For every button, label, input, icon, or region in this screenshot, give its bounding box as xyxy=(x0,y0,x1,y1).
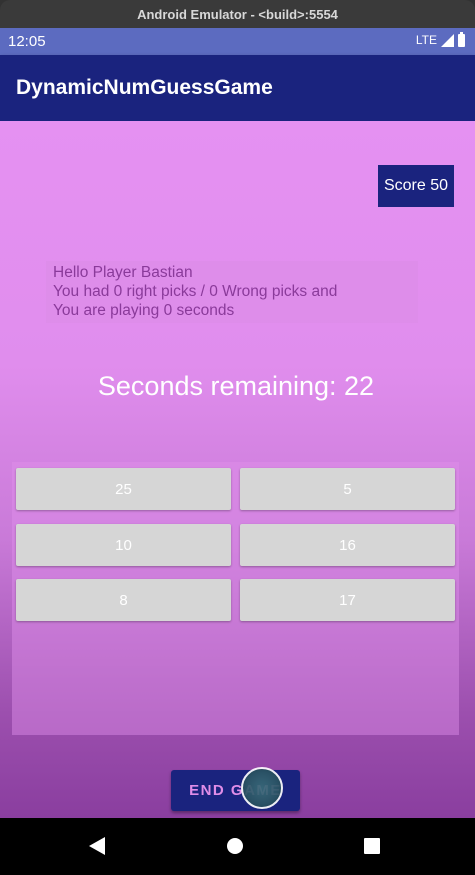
emulator-title-bar: Android Emulator - <build>:5554 xyxy=(0,0,475,28)
play-time-summary: You are playing 0 seconds xyxy=(53,302,235,319)
touch-indicator xyxy=(241,767,283,809)
number-button-2[interactable]: 5 xyxy=(240,468,455,510)
app-bar: DynamicNumGuessGame xyxy=(0,55,475,121)
phone-screen: 12:05 LTE DynamicNumGuessGame Score 50 H… xyxy=(0,28,475,875)
number-button-1[interactable]: 25 xyxy=(16,468,231,510)
number-grid: 25 5 10 16 8 17 xyxy=(12,462,459,735)
player-info-panel: Hello Player Bastian You had 0 right pic… xyxy=(46,261,418,323)
number-button-6[interactable]: 17 xyxy=(240,579,455,621)
score-label: Score 50 xyxy=(383,177,449,194)
number-button-5[interactable]: 8 xyxy=(16,579,231,621)
back-icon[interactable] xyxy=(89,837,105,855)
number-button-3[interactable]: 10 xyxy=(16,524,231,566)
recent-apps-icon[interactable] xyxy=(364,838,380,854)
status-icons: LTE xyxy=(415,31,465,47)
picks-summary: You had 0 right picks / 0 Wrong picks an… xyxy=(53,283,338,300)
score-display: Score 50 xyxy=(378,165,454,207)
number-button-4[interactable]: 16 xyxy=(240,524,455,566)
network-type: LTE xyxy=(415,33,437,47)
game-content: Score 50 Hello Player Bastian You had 0 … xyxy=(0,121,475,818)
app-title: DynamicNumGuessGame xyxy=(16,76,273,99)
status-bar: 12:05 LTE xyxy=(0,28,475,55)
navigation-bar xyxy=(0,818,475,875)
status-time: 12:05 xyxy=(8,33,46,50)
seconds-remaining: Seconds remaining: 22 xyxy=(97,371,375,401)
home-icon[interactable] xyxy=(227,838,243,854)
signal-icon xyxy=(441,33,454,47)
emulator-window: Android Emulator - <build>:5554 12:05 LT… xyxy=(0,0,475,875)
emulator-title: Android Emulator - <build>:5554 xyxy=(137,6,338,22)
battery-icon xyxy=(458,31,465,47)
player-greeting: Hello Player Bastian xyxy=(53,264,193,281)
